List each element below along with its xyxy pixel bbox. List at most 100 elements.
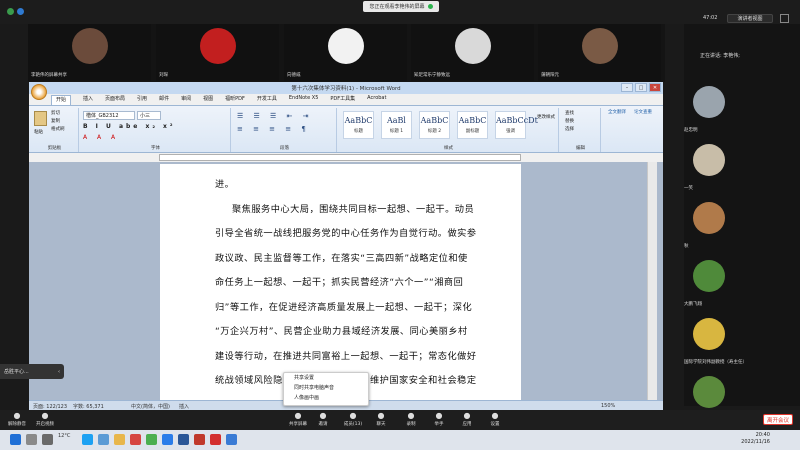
weather-temp[interactable]: 12°C bbox=[58, 433, 70, 439]
style-option[interactable]: AaBbC 副标题 bbox=[457, 111, 488, 139]
font-format-buttons[interactable]: B I U abe x₂ x² bbox=[83, 123, 176, 130]
ribbon-tab[interactable]: 引用 bbox=[137, 95, 147, 105]
office-button-icon[interactable] bbox=[31, 84, 47, 100]
app-red-icon[interactable] bbox=[130, 434, 141, 445]
chrome-icon[interactable] bbox=[146, 434, 157, 445]
word-icon[interactable] bbox=[178, 434, 189, 445]
wps-icon[interactable] bbox=[194, 434, 205, 445]
style-option[interactable]: AaBbC 标题 2 bbox=[419, 111, 450, 139]
store-icon[interactable] bbox=[98, 434, 109, 445]
style-option[interactable]: AaBl 标题 1 bbox=[381, 111, 412, 139]
align-buttons[interactable]: ≡ ≡ ≡ ≡ ¶ bbox=[237, 125, 310, 133]
toolbar-button[interactable]: ● 开启视频 bbox=[32, 411, 58, 427]
status-mode[interactable]: 插入 bbox=[179, 403, 189, 410]
side-participant[interactable]: 国际学院刘伟副教授（寿主任） bbox=[684, 314, 800, 374]
toolbar-button[interactable]: ● 共享屏幕 bbox=[285, 411, 311, 427]
invite-icon: ● bbox=[319, 411, 327, 420]
ribbon-tab[interactable]: 页面布局 bbox=[105, 95, 125, 105]
change-styles-button[interactable]: 更改样式 bbox=[535, 114, 557, 120]
side-participant[interactable]: 一笑 bbox=[684, 140, 800, 200]
search-icon[interactable] bbox=[26, 434, 37, 445]
toolbar-button[interactable]: ● 成员(13) bbox=[340, 411, 366, 427]
gallery-tile[interactable]: 蒲朝阳元 bbox=[538, 24, 661, 81]
chevron-left-icon[interactable]: ‹ bbox=[58, 369, 60, 375]
list-buttons[interactable]: ☰ ☰ ☰ ⇤ ⇥ bbox=[237, 112, 312, 120]
toolbar-button[interactable]: ● 举手 bbox=[426, 411, 452, 427]
style-option[interactable]: AaBbCcDt 强调 bbox=[495, 111, 538, 139]
fullscreen-icon[interactable] bbox=[780, 14, 789, 23]
avatar bbox=[693, 202, 725, 234]
close-icon[interactable]: ✕ bbox=[649, 83, 661, 92]
leave-meeting-button[interactable]: 离开会议 bbox=[763, 414, 793, 425]
replace-button[interactable]: 替换 bbox=[565, 118, 574, 126]
ribbon-tab[interactable]: Acrobat bbox=[367, 95, 386, 105]
toolbar-button[interactable]: ● 设置 bbox=[482, 411, 508, 427]
side-participant[interactable]: 赵忠明 bbox=[684, 82, 800, 142]
horizontal-ruler[interactable] bbox=[159, 154, 521, 161]
app-blue-icon[interactable] bbox=[162, 434, 173, 445]
toolbar-button[interactable]: ● 录制 bbox=[398, 411, 424, 427]
toolbar-button[interactable]: ● 聊天 bbox=[368, 411, 394, 427]
signal-icon[interactable] bbox=[17, 8, 24, 15]
paste-label[interactable]: 粘贴 bbox=[34, 129, 43, 135]
status-words[interactable]: 字数: 65,371 bbox=[73, 403, 104, 410]
ribbon-tab[interactable]: 开始 bbox=[51, 95, 72, 105]
word-window[interactable]: 第十六次集体学习资料(1) - Microsoft Word – □ ✕ 开始插… bbox=[29, 82, 663, 410]
task-view-icon[interactable] bbox=[42, 434, 53, 445]
ribbon-tab[interactable]: 插入 bbox=[83, 95, 93, 105]
ribbon-tab[interactable]: PDF工具集 bbox=[330, 95, 355, 105]
font-color-buttons[interactable]: A A A bbox=[83, 134, 119, 141]
popup-item[interactable]: 人像画中画 bbox=[284, 393, 368, 403]
paper-check-button[interactable]: 论文查重 bbox=[631, 109, 655, 115]
toolbar-button[interactable]: ● 邀请 bbox=[310, 411, 336, 427]
status-zoom[interactable]: 150% bbox=[601, 403, 615, 409]
gallery-tile[interactable]: 刘琛 bbox=[156, 24, 279, 81]
popup-item[interactable]: 同时共享电脑声音 bbox=[284, 383, 368, 393]
paste-icon[interactable] bbox=[34, 111, 47, 126]
meeting-app-icon[interactable] bbox=[226, 434, 237, 445]
document-page[interactable]: 进。 聚焦服务中心大局，围绕共同目标一起想、一起干。动员 引导全省统一战线把服务党的… bbox=[160, 164, 521, 410]
font-size-select[interactable]: 小三 bbox=[137, 111, 161, 120]
group-label-clipboard: 剪贴板 bbox=[47, 146, 62, 151]
ribbon-tab[interactable]: 邮件 bbox=[159, 95, 169, 105]
ribbon-tab[interactable]: EndNote X5 bbox=[289, 95, 319, 105]
speaker-view-button[interactable]: 演讲者视图 bbox=[727, 14, 773, 23]
style-option[interactable]: AaBbC 标题 bbox=[343, 111, 374, 139]
view-label: 演讲者视图 bbox=[737, 16, 763, 22]
copy-button[interactable]: 复制 bbox=[51, 118, 65, 126]
full-translate-button[interactable]: 全文翻译 bbox=[605, 109, 629, 115]
toolbar-button[interactable]: ● 解除静音 bbox=[4, 411, 30, 427]
ribbon-tab[interactable]: 审阅 bbox=[181, 95, 191, 105]
shield-icon[interactable] bbox=[7, 8, 14, 15]
toolbar-button[interactable]: ● 应用 bbox=[454, 411, 480, 427]
find-button[interactable]: 查找 bbox=[565, 110, 574, 118]
vertical-scrollbar[interactable] bbox=[647, 162, 657, 400]
screen-share-notice[interactable]: 您正在观看李艳伟的屏幕 bbox=[363, 1, 439, 12]
select-button[interactable]: 选择 bbox=[565, 126, 574, 134]
explorer-icon[interactable] bbox=[114, 434, 125, 445]
gallery-tile[interactable]: 知足常乐宁静致远 bbox=[411, 24, 534, 81]
cut-button[interactable]: 剪切 bbox=[51, 110, 65, 118]
clock[interactable]: 20:40 2022/11/16 bbox=[741, 432, 770, 446]
toolbar-label: 举手 bbox=[434, 422, 444, 427]
popup-item[interactable]: 共享设置 bbox=[284, 373, 368, 383]
format-painter-button[interactable]: 格式刷 bbox=[51, 126, 65, 134]
side-participant[interactable]: 大鹏飞翔 bbox=[684, 256, 800, 316]
ribbon-tab[interactable]: 视图 bbox=[203, 95, 213, 105]
status-language[interactable]: 中文(简体，中国) bbox=[131, 403, 170, 410]
ribbon-tab[interactable]: 福昕PDF bbox=[225, 95, 245, 105]
document-line: 归”等工作，在促进经济高质量发展上一起想、一起干；深化 bbox=[215, 301, 473, 313]
ribbon-tab[interactable]: 开发工具 bbox=[257, 95, 277, 105]
gallery-tile[interactable]: 李艳伟的屏幕共享 bbox=[28, 24, 151, 81]
edge-icon[interactable] bbox=[82, 434, 93, 445]
document-line: 聚焦服务中心大局，围绕共同目标一起想、一起干。动员 bbox=[232, 203, 475, 215]
floating-speaker-pill[interactable]: 岳胜平心... ‹ bbox=[0, 364, 64, 379]
minimize-icon[interactable]: – bbox=[621, 83, 633, 92]
maximize-icon[interactable]: □ bbox=[635, 83, 647, 92]
pdf-icon[interactable] bbox=[210, 434, 221, 445]
status-page[interactable]: 页面: 122/123 bbox=[33, 403, 67, 410]
gallery-tile[interactable]: 向德威 bbox=[284, 24, 407, 81]
font-name-select[interactable]: 楷体_GB2312 bbox=[83, 111, 135, 120]
start-icon[interactable] bbox=[10, 434, 21, 445]
side-participant[interactable]: 秋 bbox=[684, 198, 800, 258]
